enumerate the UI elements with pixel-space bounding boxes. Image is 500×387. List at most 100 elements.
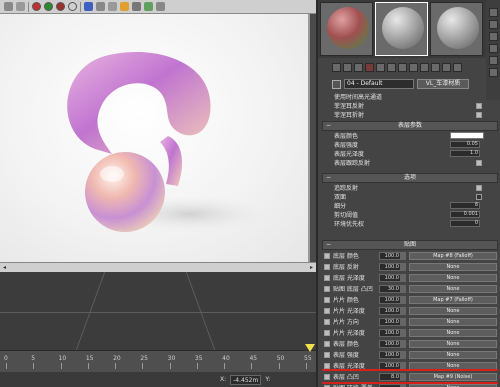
map-slot-button[interactable]: None — [409, 350, 497, 359]
param-checkbox[interactable] — [476, 184, 482, 191]
uv-tiling-icon[interactable] — [488, 44, 498, 53]
rollout-options[interactable]: − 选项 — [322, 173, 498, 183]
param-checkbox[interactable] — [476, 193, 482, 200]
spinner-arrows-icon[interactable] — [401, 284, 406, 293]
get-material-icon[interactable] — [332, 62, 341, 72]
map-amount-spinner[interactable]: 100.0 — [379, 339, 401, 348]
map-slot-button[interactable]: None — [409, 284, 497, 293]
scroll-left-icon[interactable]: ◂ — [3, 264, 6, 271]
material-name-field[interactable]: 04 - Default — [344, 79, 414, 89]
map-slot-button[interactable]: None — [409, 361, 497, 370]
map-amount-spinner[interactable]: 100.0 — [379, 251, 401, 260]
lock-icon[interactable] — [120, 2, 129, 11]
collapse-icon[interactable]: − — [326, 122, 331, 130]
spinner-arrows-icon[interactable] — [401, 317, 406, 326]
map-amount-spinner[interactable]: 100.0 — [379, 306, 401, 315]
map-slot-button[interactable]: None — [409, 339, 497, 348]
backlight-icon[interactable] — [488, 20, 498, 29]
map-enable-checkbox[interactable] — [324, 274, 330, 281]
time-slider-marker-icon[interactable] — [305, 344, 315, 352]
map-slot-button[interactable]: None — [409, 328, 497, 337]
map-enable-checkbox[interactable] — [324, 318, 330, 325]
param-checkbox[interactable] — [476, 102, 482, 109]
map-enable-checkbox[interactable] — [324, 340, 330, 347]
perspective-viewport[interactable] — [0, 272, 316, 350]
make-unique-icon[interactable] — [387, 62, 396, 72]
history-icon[interactable] — [132, 2, 141, 11]
x-coordinate-field[interactable]: -4.452m — [230, 374, 262, 385]
param-checkbox[interactable] — [476, 159, 482, 166]
map-slot-button[interactable]: None — [409, 317, 497, 326]
sample-slot-active[interactable] — [375, 2, 428, 56]
sample-slot[interactable] — [430, 2, 483, 56]
go-to-parent-icon[interactable] — [442, 62, 451, 72]
map-amount-spinner[interactable]: 100.0 — [379, 361, 401, 370]
clear-icon[interactable] — [96, 2, 105, 11]
collapse-icon[interactable]: − — [326, 241, 331, 249]
assign-to-selection-icon[interactable] — [354, 62, 363, 72]
map-amount-spinner[interactable]: 30.0 — [379, 284, 401, 293]
map-enable-checkbox[interactable] — [324, 329, 330, 336]
map-slot-button[interactable]: Map #9 (Noise) — [409, 372, 497, 381]
region-icon[interactable] — [108, 2, 117, 11]
map-enable-checkbox[interactable] — [324, 362, 330, 369]
coat-strength-spinner[interactable]: 0.05 — [450, 141, 480, 148]
map-enable-checkbox[interactable] — [324, 252, 330, 259]
put-to-scene-icon[interactable] — [343, 62, 352, 72]
map-amount-spinner[interactable]: 100.0 — [379, 273, 401, 282]
spinner-arrows-icon[interactable] — [401, 350, 406, 359]
timeline-ruler[interactable]: 0 5 10 15 20 25 30 35 40 45 50 55 — [0, 350, 316, 372]
blue-channel-toggle[interactable] — [56, 2, 65, 11]
scroll-right-icon[interactable]: ▸ — [310, 264, 313, 271]
spinner-arrows-icon[interactable] — [401, 251, 406, 260]
spinner-arrows-icon[interactable] — [401, 328, 406, 337]
options-icon[interactable] — [488, 68, 498, 77]
settings-icon[interactable] — [156, 2, 165, 11]
save-image-icon[interactable] — [4, 2, 13, 11]
map-enable-checkbox[interactable] — [324, 351, 330, 358]
reset-map-icon[interactable] — [365, 62, 374, 72]
map-enable-checkbox[interactable] — [324, 285, 330, 292]
show-end-result-icon[interactable] — [431, 62, 440, 72]
render-scrollbar[interactable]: ◂ ▸ — [0, 262, 316, 272]
coat-color-swatch[interactable] — [450, 132, 484, 139]
rollout-coat-params[interactable]: − 表层参数 — [322, 121, 498, 131]
map-enable-checkbox[interactable] — [324, 307, 330, 314]
map-slot-button[interactable]: None — [409, 383, 497, 387]
map-amount-spinner[interactable]: 8.0 — [379, 372, 401, 381]
spinner-arrows-icon[interactable] — [401, 273, 406, 282]
eyedropper-icon[interactable] — [332, 79, 341, 89]
spinner-arrows-icon[interactable] — [401, 262, 406, 271]
copy-image-icon[interactable] — [16, 2, 25, 11]
copy-material-icon[interactable] — [376, 62, 385, 72]
map-slot-button[interactable]: Map #7 (Falloff) — [409, 295, 497, 304]
spinner-arrows-icon[interactable] — [401, 383, 406, 387]
map-slot-button[interactable]: Map #8 (Falloff) — [409, 251, 497, 260]
map-amount-spinner[interactable]: 100.0 — [379, 295, 401, 304]
spinner-arrows-icon[interactable] — [401, 339, 406, 348]
show-map-icon[interactable] — [420, 62, 429, 72]
video-check-icon[interactable] — [488, 56, 498, 65]
spinner-arrows-icon[interactable] — [401, 295, 406, 304]
map-amount-spinner[interactable] — [379, 383, 401, 387]
spinner-arrows-icon[interactable] — [401, 306, 406, 315]
cutoff-spinner[interactable]: 0.001 — [450, 211, 480, 218]
collapse-icon[interactable]: − — [326, 174, 331, 182]
map-amount-spinner[interactable]: 100.0 — [379, 262, 401, 271]
background-icon[interactable] — [488, 32, 498, 41]
map-slot-button[interactable]: None — [409, 306, 497, 315]
red-channel-toggle[interactable] — [32, 2, 41, 11]
map-amount-spinner[interactable]: 100.0 — [379, 350, 401, 359]
map-enable-checkbox[interactable] — [324, 263, 330, 270]
map-enable-checkbox[interactable] — [324, 373, 330, 380]
sample-slot[interactable] — [320, 2, 373, 56]
alpha-channel-toggle[interactable] — [68, 2, 77, 11]
spinner-arrows-icon[interactable] — [401, 372, 406, 381]
spinner-arrows-icon[interactable] — [401, 361, 406, 370]
subdivs-spinner[interactable]: 8 — [450, 202, 480, 209]
go-forward-sibling-icon[interactable] — [453, 62, 462, 72]
map-amount-spinner[interactable]: 100.0 — [379, 317, 401, 326]
monochrome-icon[interactable] — [84, 2, 93, 11]
map-amount-spinner[interactable]: 100.0 — [379, 328, 401, 337]
param-checkbox[interactable] — [476, 111, 482, 118]
